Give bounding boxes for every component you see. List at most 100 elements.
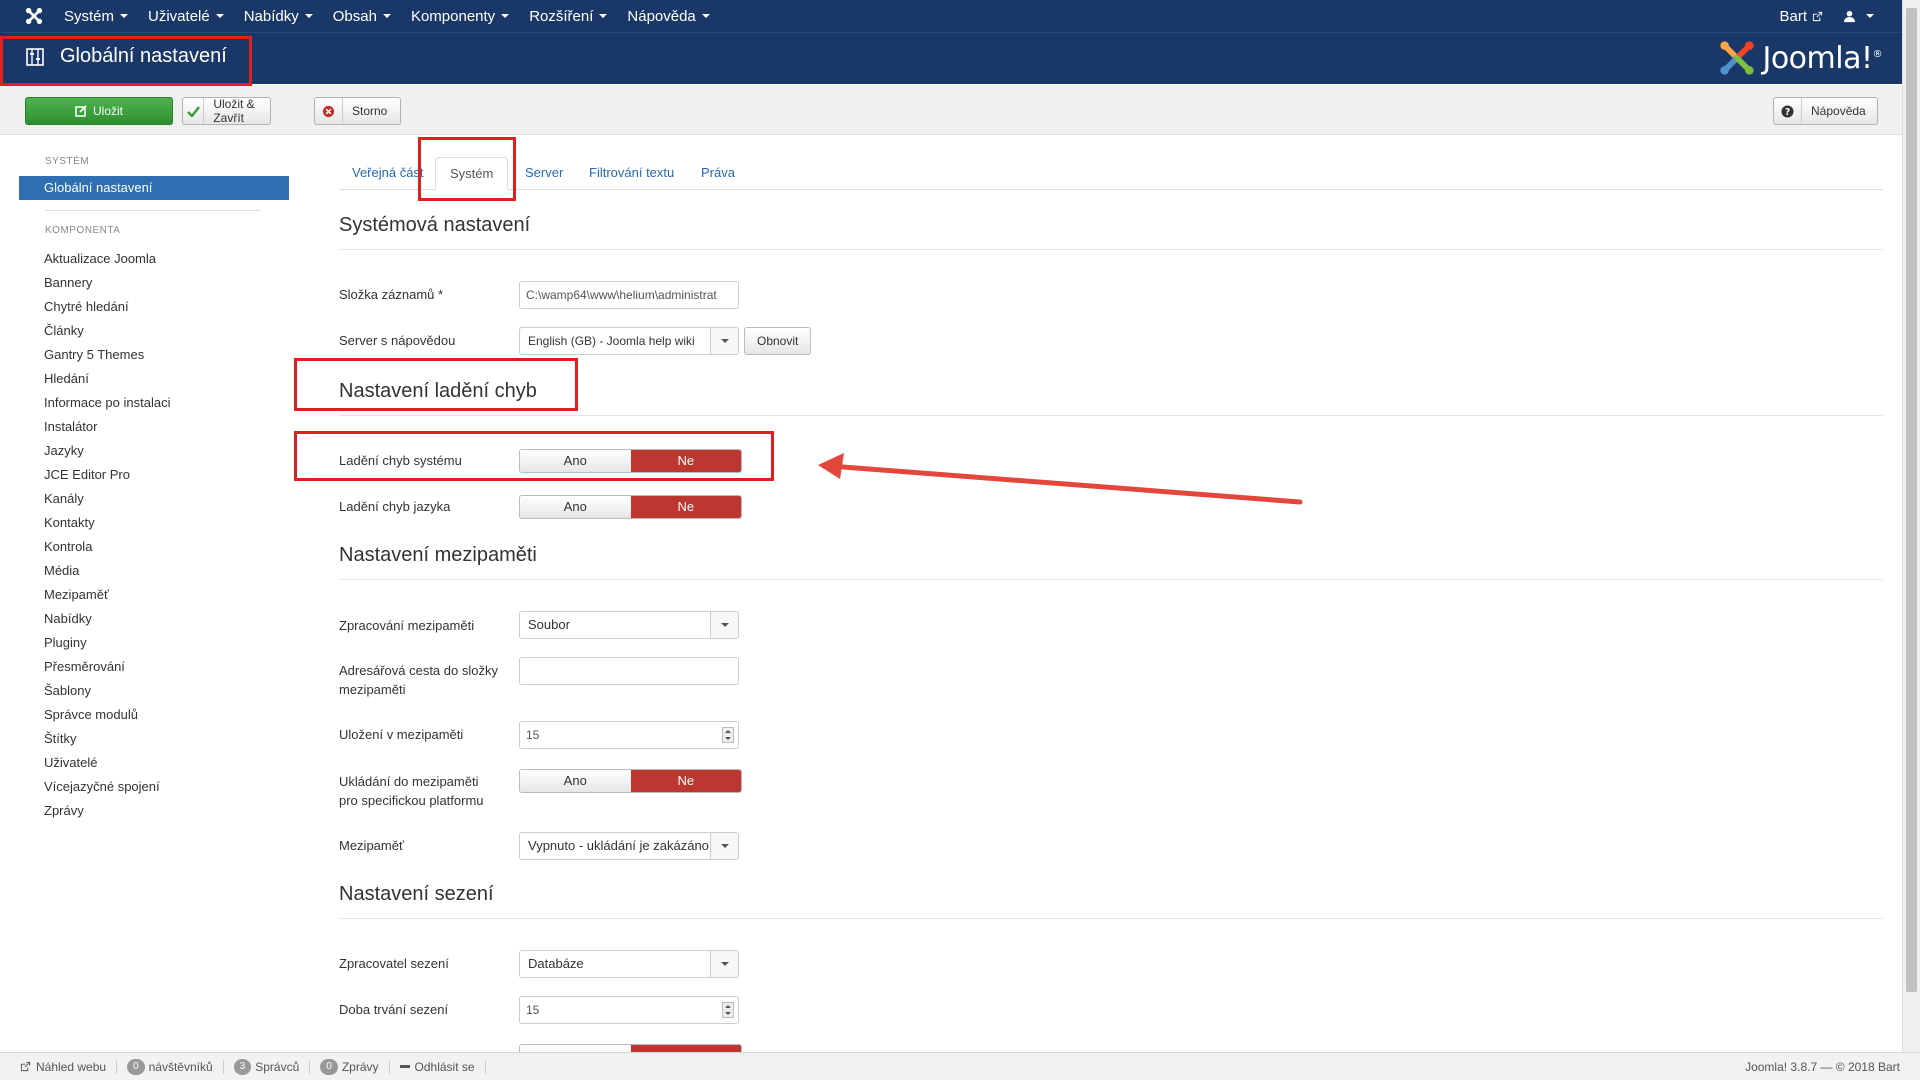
sidebar-heading-component: KOMPONENTA [45, 225, 121, 236]
help-server-select[interactable]: English (GB) - Joomla help wiki [519, 327, 739, 355]
scrollbar-thumb[interactable] [1906, 8, 1917, 992]
platform-cache-toggle[interactable]: Ano Ne [519, 769, 742, 793]
sidebar-item[interactable]: JCE Editor Pro [19, 463, 289, 487]
debug-language-yes[interactable]: Ano [520, 496, 631, 518]
caret-down-icon [599, 14, 608, 18]
cache-handler-select[interactable]: Soubor [519, 611, 739, 639]
sidebar-item[interactable]: Bannery [19, 271, 289, 295]
section-title-session: Nastavení sezení [339, 883, 1883, 919]
sidebar-item[interactable]: Hledání [19, 367, 289, 391]
sidebar-item[interactable]: Štítky [19, 727, 289, 751]
sidebar-item[interactable]: Uživatelé [19, 751, 289, 775]
nav-menu-content[interactable]: Obsah [323, 0, 401, 32]
site-link[interactable]: Bart [1769, 0, 1833, 32]
platform-cache-no[interactable]: Ne [630, 770, 741, 792]
logout-link[interactable]: Odhlásit se [390, 1059, 486, 1074]
platform-cache-yes[interactable]: Ano [520, 770, 631, 792]
nav-menu-extensions[interactable]: Rozšíření [519, 0, 617, 32]
tab-server[interactable]: Server [525, 157, 563, 190]
nav-menu-users[interactable]: Uživatelé [138, 0, 234, 32]
admins-link[interactable]: 3 Správců [224, 1058, 311, 1075]
caret-down-icon [304, 14, 313, 18]
joomla-menu-icon[interactable] [14, 0, 54, 32]
cache-path-input[interactable] [519, 657, 739, 685]
sidebar-item[interactable]: Mezipaměť [19, 583, 289, 607]
sidebar-item[interactable]: Chytré hledání [19, 295, 289, 319]
user-menu[interactable] [1833, 0, 1884, 32]
debug-language-no[interactable]: Ne [630, 496, 741, 518]
platform-cache-label-line2: pro specifickou platformu [339, 793, 484, 808]
visitors-label: návštěvníků [148, 1059, 213, 1074]
sidebar-item[interactable]: Média [19, 559, 289, 583]
sidebar-item-global-configuration[interactable]: Globální nastavení [19, 176, 289, 200]
tab-site[interactable]: Veřejná část [352, 157, 424, 190]
tab-text-filters[interactable]: Filtrování textu [589, 157, 674, 190]
sidebar-item[interactable]: Vícejazyčné spojení [19, 775, 289, 799]
sidebar-item[interactable]: Správce modulů [19, 703, 289, 727]
save-button-label: Uložit [92, 104, 123, 118]
page-header: Globální nastavení Joomla!® [0, 32, 1902, 84]
sidebar-item[interactable]: Instalátor [19, 415, 289, 439]
save-and-close-button[interactable]: Uložit & Zavřít [182, 97, 271, 125]
session-lifetime-value: 15 [526, 1003, 540, 1017]
caret-down-icon [215, 14, 224, 18]
joomla-logo: Joomla!® [1718, 39, 1882, 77]
sidebar-item[interactable]: Jazyky [19, 439, 289, 463]
cache-path-label-line2: mezipaměti [339, 682, 406, 697]
save-button[interactable]: Uložit [25, 97, 173, 125]
sidebar-item[interactable]: Nabídky [19, 607, 289, 631]
debug-system-yes[interactable]: Ano [520, 450, 631, 472]
view-site-link[interactable]: Náhled webu [10, 1059, 118, 1074]
number-spinner-icon[interactable] [722, 1002, 734, 1018]
refresh-help-sites-button[interactable]: Obnovit [744, 327, 812, 355]
cancel-button[interactable]: Storno [314, 97, 401, 125]
session-handler-label: Zpracovatel sezení [339, 956, 449, 971]
caret-down-icon [1866, 14, 1874, 18]
chevron-down-icon [710, 951, 738, 977]
sidebar-item[interactable]: Články [19, 319, 289, 343]
section-title-debug: Nastavení ladění chyb [339, 380, 1883, 416]
vertical-scrollbar[interactable] [1902, 0, 1920, 1052]
admins-badge: 3 [233, 1058, 252, 1075]
sidebar-item[interactable]: Pluginy [19, 631, 289, 655]
debug-language-toggle[interactable]: Ano Ne [519, 495, 742, 519]
tab-permissions[interactable]: Práva [701, 157, 735, 190]
session-handler-select[interactable]: Databáze [519, 950, 739, 978]
cache-time-value: 15 [526, 728, 540, 742]
sidebar-item[interactable]: Šablony [19, 679, 289, 703]
log-folder-input[interactable]: C:\wamp64\www\helium\administrat [519, 281, 739, 309]
nav-menu-menus[interactable]: Nabídky [234, 0, 323, 32]
cache-time-input[interactable]: 15 [519, 721, 739, 749]
sidebar-item[interactable]: Kontakty [19, 511, 289, 535]
sidebar-item[interactable]: Kontrola [19, 535, 289, 559]
caret-down-icon [120, 14, 129, 18]
view-site-label: Náhled webu [36, 1059, 107, 1074]
sidebar-item[interactable]: Gantry 5 Themes [19, 343, 289, 367]
cache-select[interactable]: Vypnuto - ukládání je zakázáno [519, 832, 739, 860]
sidebar-item[interactable]: Přesměrování [19, 655, 289, 679]
save-and-close-label: Uložit & Zavřít [213, 97, 255, 125]
sidebar-item[interactable]: Aktualizace Joomla [19, 247, 289, 271]
nav-menu-system[interactable]: Systém [54, 0, 138, 32]
caret-down-icon [382, 14, 391, 18]
debug-system-no[interactable]: Ne [630, 450, 741, 472]
number-spinner-icon[interactable] [722, 727, 734, 743]
nav-label: Nabídky [243, 7, 299, 25]
logout-label: Odhlásit se [414, 1059, 475, 1074]
nav-label: Rozšíření [529, 7, 594, 25]
session-lifetime-input[interactable]: 15 [519, 996, 739, 1024]
nav-menu-components[interactable]: Komponenty [401, 0, 519, 32]
sidebar-item[interactable]: Informace po instalaci [19, 391, 289, 415]
sidebar: SYSTÉM Globální nastavení KOMPONENTA Akt… [19, 156, 289, 823]
debug-system-toggle[interactable]: Ano Ne [519, 449, 742, 473]
cache-handler-label: Zpracování mezipaměti [339, 618, 475, 633]
help-button[interactable]: ? Nápověda [1773, 97, 1878, 125]
sidebar-item[interactable]: Zprávy [19, 799, 289, 823]
check-icon [183, 98, 205, 124]
visitors-link[interactable]: 0 návštěvníků [117, 1058, 224, 1075]
nav-menu-help[interactable]: Nápověda [617, 0, 719, 32]
sidebar-item[interactable]: Kanály [19, 487, 289, 511]
tab-system[interactable]: Systém [435, 157, 509, 190]
messages-link[interactable]: 0 Zprávy [310, 1058, 390, 1075]
nav-label: Uživatelé [148, 7, 210, 25]
